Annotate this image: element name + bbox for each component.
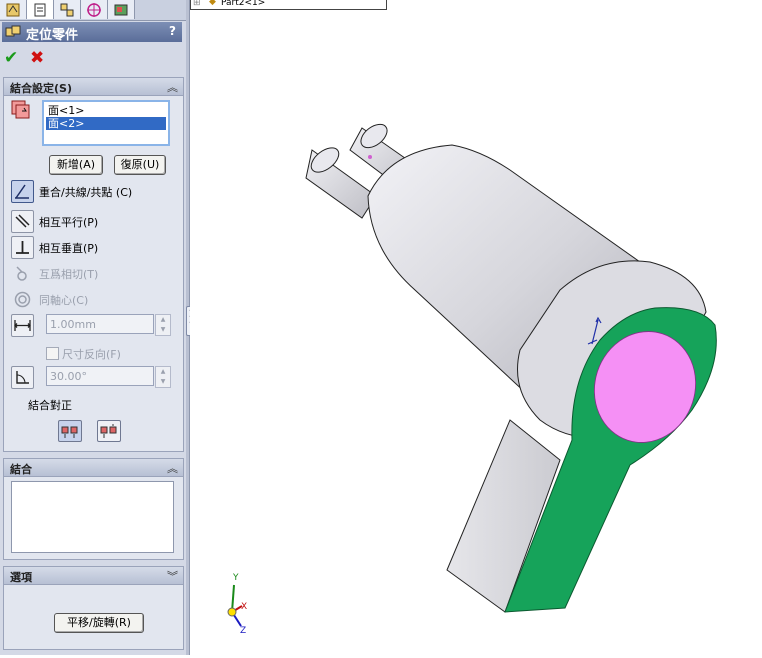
collapse-chevron-icon[interactable]: ︽ <box>167 460 178 476</box>
expand-icon[interactable]: ⊞ <box>193 0 201 8</box>
property-manager-icon <box>34 3 46 17</box>
concentric-label: 同軸心(C) <box>39 294 89 307</box>
expand-chevron-icon[interactable]: ︾ <box>167 568 178 584</box>
anti-aligned-icon <box>100 424 117 438</box>
tangent-label: 互爲相切(T) <box>39 268 99 281</box>
list-item[interactable]: 面<1> <box>46 104 166 117</box>
help-button[interactable]: ? <box>169 24 176 38</box>
ok-button[interactable]: ✔ <box>4 48 18 68</box>
collapse-chevron-icon[interactable]: ︽ <box>167 79 178 95</box>
dimxpert-manager-icon <box>87 3 101 17</box>
property-manager-tab[interactable] <box>27 0 54 19</box>
mate-selections-group: 結合設定(S) ︽ 面<1> 面<2> 新增(A) 復原(U) 重合/共線/共點… <box>3 77 184 452</box>
coincident-icon <box>11 180 34 203</box>
aligned-button[interactable] <box>58 420 82 442</box>
mate-icon <box>5 25 21 37</box>
tangent-icon <box>11 262 34 285</box>
configuration-manager-tab[interactable] <box>54 0 81 19</box>
mates-list[interactable] <box>11 481 174 553</box>
concentric-icon <box>11 288 34 311</box>
cancel-button[interactable]: ✖ <box>30 48 44 68</box>
angle-spinner[interactable]: ▲ ▼ <box>155 366 171 388</box>
mates-group: 結合 ︽ <box>3 458 184 560</box>
triad-x-label: X <box>241 602 248 612</box>
perpendicular-mate-option[interactable]: 相互垂直(P) <box>11 236 181 259</box>
add-button[interactable]: 新增(A) <box>49 155 103 175</box>
coincident-label: 重合/共線/共點 (C) <box>39 186 133 199</box>
page-title: 定位零件 <box>26 28 79 43</box>
property-manager-panel: 定位零件 ? ✔ ✖ 結合設定(S) ︽ 面<1> 面<2> 新增(A) 復原(… <box>0 0 186 655</box>
view-orientation-triad <box>227 584 243 627</box>
tangent-mate-option: 互爲相切(T) <box>11 262 181 284</box>
graphics-area[interactable]: Y X Z <box>190 0 762 655</box>
mate-selections-list[interactable]: 面<1> 面<2> <box>42 100 170 146</box>
mates-header[interactable]: 結合 ︽ <box>4 459 183 477</box>
concentric-mate-option: 同軸心(C) <box>11 288 181 310</box>
flip-dimension-checkbox[interactable] <box>46 347 59 360</box>
distance-icon <box>11 314 34 337</box>
undo-button[interactable]: 復原(U) <box>114 155 166 175</box>
mate-alignment-label: 結合對正 <box>28 399 72 412</box>
distance-spinner[interactable]: ▲ ▼ <box>155 314 171 336</box>
entities-to-mate-icon <box>11 100 30 119</box>
parallel-icon <box>11 210 34 233</box>
anti-aligned-button[interactable] <box>97 420 121 442</box>
distance-input[interactable]: 1.00mm <box>46 314 154 334</box>
perpendicular-label: 相互垂直(P) <box>39 242 99 255</box>
flip-dimension-label: 尺寸反向(F) <box>62 348 121 361</box>
triad-y-label: Y <box>233 573 239 583</box>
parallel-label: 相互平行(P) <box>39 216 99 229</box>
mate-selections-header[interactable]: 結合設定(S) ︽ <box>4 78 183 96</box>
parallel-mate-option[interactable]: 相互平行(P) <box>11 210 181 233</box>
flyout-tree-tab[interactable]: ⊞ ◆ Part2<1> <box>190 0 387 10</box>
move-rotate-button[interactable]: 平移/旋轉(R) <box>54 613 144 633</box>
point-marker-icon <box>368 155 372 159</box>
aligned-icon <box>61 426 78 438</box>
part-icon: ◆ <box>209 0 216 7</box>
perpendicular-icon <box>11 236 34 259</box>
mates-title: 結合 <box>10 463 32 476</box>
triad-z-label: Z <box>240 626 247 636</box>
display-manager-icon <box>114 4 128 16</box>
options-header[interactable]: 選項 ︾ <box>4 567 183 585</box>
mate-selections-title: 結合設定(S) <box>10 82 72 95</box>
display-manager-tab[interactable] <box>108 0 135 19</box>
angle-input[interactable]: 30.00° <box>46 366 154 386</box>
options-title: 選項 <box>10 571 32 584</box>
manager-tab-bar <box>0 0 186 21</box>
feature-manager-tab[interactable] <box>0 0 27 19</box>
list-item-selected[interactable]: 面<2> <box>46 117 166 130</box>
feature-manager-icon <box>6 3 20 17</box>
coincident-mate-option[interactable]: 重合/共線/共點 (C) <box>11 180 181 203</box>
property-manager-header: 定位零件 ? <box>2 22 182 43</box>
model-canvas[interactable] <box>190 0 762 655</box>
angle-icon <box>11 366 34 389</box>
dimxpert-manager-tab[interactable] <box>81 0 108 19</box>
options-group: 選項 ︾ 平移/旋轉(R) <box>3 566 184 650</box>
tree-part-label: Part2<1> <box>221 0 266 8</box>
configuration-manager-icon <box>60 3 74 17</box>
